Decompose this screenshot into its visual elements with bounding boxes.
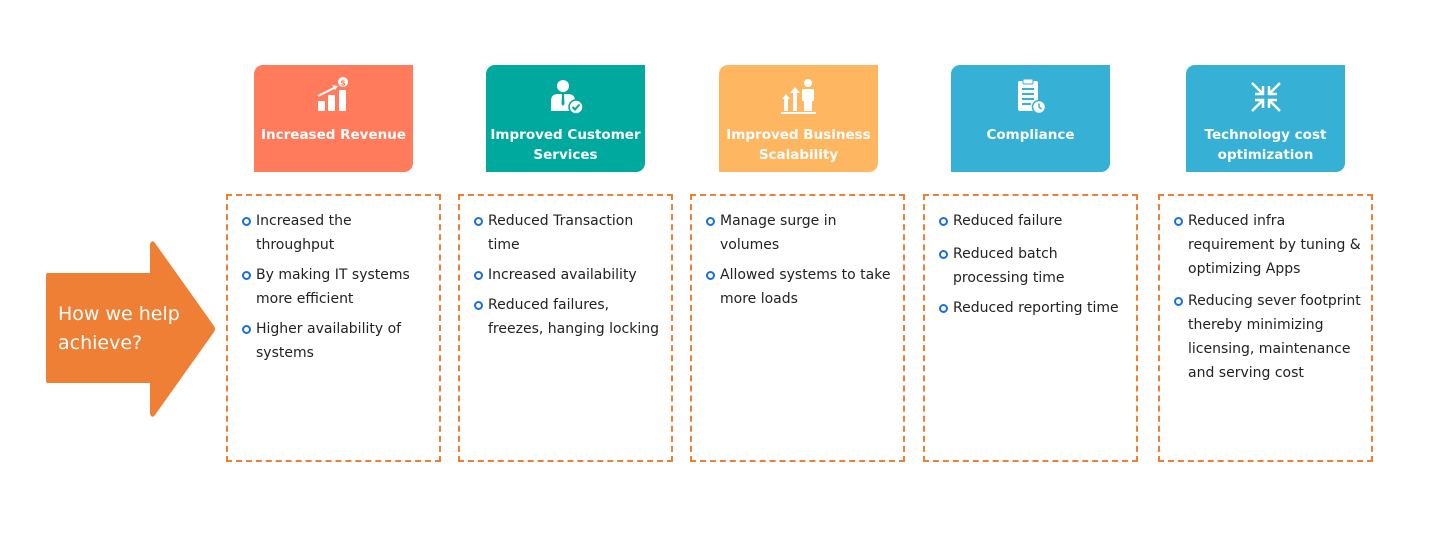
list-item: Reduced infra requirement by tuning & op… xyxy=(1172,209,1365,281)
card-title: Compliance xyxy=(986,127,1075,143)
bullet-icon xyxy=(1174,217,1183,226)
bullet-icon xyxy=(242,325,251,334)
list-item: Increased the throughput xyxy=(240,209,433,257)
list-item: Reduced failures, freezes, hanging locki… xyxy=(472,293,665,341)
list-item-text: Reduced failure xyxy=(953,213,1063,229)
bullet-icon xyxy=(939,304,948,313)
list-item: Allowed systems to take more loads xyxy=(704,263,897,311)
card-improved-customer-services: Improved Customer Services xyxy=(486,65,645,172)
list-item: Reducing sever footprint thereby minimiz… xyxy=(1172,289,1365,385)
benefits-box-customer-services: Reduced Transaction time Increased avail… xyxy=(458,194,673,462)
revenue-growth-icon: $ xyxy=(317,77,348,111)
list-item-text: Reducing sever footprint thereby minimiz… xyxy=(1188,293,1361,381)
benefits-box-technology-cost: Reduced infra requirement by tuning & op… xyxy=(1158,194,1373,462)
bullet-icon xyxy=(706,217,715,226)
card-technology-cost-optimization: Technology cost optimization xyxy=(1186,65,1345,172)
list-item-text: Allowed systems to take more loads xyxy=(720,267,891,307)
list-item: Reduced batch processing time xyxy=(937,242,1130,290)
clipboard-clock-icon xyxy=(1017,78,1046,115)
bullet-icon xyxy=(474,217,483,226)
compress-arrows-icon xyxy=(1250,82,1281,112)
how-we-help-arrow: How we help achieve? xyxy=(46,240,216,418)
list-item: Reduced failure xyxy=(937,209,1130,233)
list-item-text: Reduced failures, freezes, hanging locki… xyxy=(488,297,659,337)
list-item: Reduced Transaction time xyxy=(472,209,665,257)
benefit-list: Reduced Transaction time Increased avail… xyxy=(460,196,671,341)
list-item: By making IT systems more efficient xyxy=(240,263,433,311)
bullet-icon xyxy=(474,271,483,280)
list-item-text: Reduced batch processing time xyxy=(953,246,1065,286)
arrow-label: How we help achieve? xyxy=(58,303,180,354)
bullet-icon xyxy=(474,301,483,310)
svg-text:$: $ xyxy=(340,79,346,88)
list-item: Increased availability xyxy=(472,263,665,287)
benefit-list: Reduced infra requirement by tuning & op… xyxy=(1160,196,1371,385)
benefits-box-scalability: Manage surge in volumes Allowed systems … xyxy=(690,194,905,462)
list-item-text: Increased the throughput xyxy=(256,213,352,253)
list-item: Higher availability of systems xyxy=(240,317,433,365)
card-increased-revenue: $ Increased Revenue xyxy=(254,65,413,172)
bullet-icon xyxy=(706,271,715,280)
list-item-text: Manage surge in volumes xyxy=(720,213,837,253)
list-item-text: By making IT systems more efficient xyxy=(256,267,410,307)
card-title: Improved Customer Services xyxy=(490,127,641,163)
card-improved-business-scalability: Improved Business Scalability xyxy=(719,65,878,172)
list-item-text: Increased availability xyxy=(488,267,637,283)
card-title: Improved Business Scalability xyxy=(726,127,871,163)
bullet-icon xyxy=(939,217,948,226)
benefits-box-compliance: Reduced failure Reduced batch processing… xyxy=(923,194,1138,462)
list-item-text: Reduced infra requirement by tuning & op… xyxy=(1188,213,1361,277)
card-compliance: Compliance xyxy=(951,65,1110,172)
list-item-text: Higher availability of systems xyxy=(256,321,402,361)
benefit-list: Increased the throughput By making IT sy… xyxy=(228,196,439,365)
list-item: Manage surge in volumes xyxy=(704,209,897,257)
benefit-list: Manage surge in volumes Allowed systems … xyxy=(692,196,903,311)
benefit-list: Reduced failure Reduced batch processing… xyxy=(925,196,1136,320)
customer-service-check-icon xyxy=(550,80,584,115)
card-title: Technology cost optimization xyxy=(1204,127,1327,163)
scalability-person-arrows-icon xyxy=(780,79,816,114)
card-title: Increased Revenue xyxy=(261,127,406,143)
list-item-text: Reduced Transaction time xyxy=(488,213,634,253)
bullet-icon xyxy=(939,250,948,259)
benefits-box-revenue: Increased the throughput By making IT sy… xyxy=(226,194,441,462)
list-item-text: Reduced reporting time xyxy=(953,300,1119,316)
list-item: Reduced reporting time xyxy=(937,296,1130,320)
bullet-icon xyxy=(242,271,251,280)
bullet-icon xyxy=(1174,297,1183,306)
bullet-icon xyxy=(242,217,251,226)
